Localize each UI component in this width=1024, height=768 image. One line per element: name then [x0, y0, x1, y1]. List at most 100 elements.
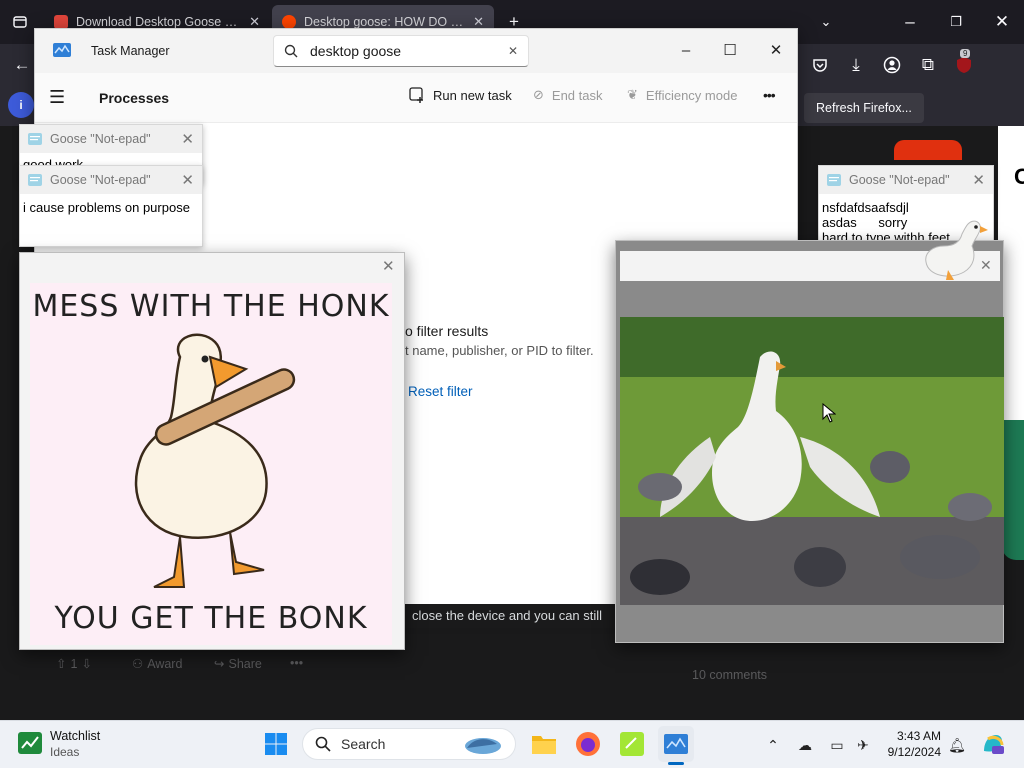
tab-favicon-icon — [54, 15, 68, 29]
reddit-body-fragment: close the device and you can still — [412, 608, 603, 623]
start-button[interactable] — [258, 726, 294, 762]
sticky-note-icon — [620, 732, 644, 756]
end-task-icon: ⊘ — [533, 87, 544, 102]
upvote-button[interactable]: ⇧ 1 ⇩ — [56, 656, 92, 672]
refresh-firefox-button[interactable]: Refresh Firefox... — [804, 93, 924, 123]
close-browser-icon[interactable]: ✕ — [988, 8, 1016, 36]
search-icon — [284, 44, 298, 58]
goose-notepad-window: Goose "Not-epad" ✕ i cause problems on p… — [19, 165, 203, 247]
clock-time[interactable]: 3:43 AM — [895, 729, 941, 743]
show-hidden-icons-icon[interactable]: ⌃ — [762, 734, 784, 756]
task-manager-title: Task Manager — [91, 44, 170, 58]
downloads-icon[interactable]: ⤓ — [842, 51, 870, 79]
back-arrow-icon[interactable]: ← — [8, 51, 36, 79]
task-manager-app[interactable] — [658, 726, 694, 762]
active-app-indicator — [668, 762, 684, 765]
efficiency-mode-button[interactable]: ❦ Efficiency mode — [627, 87, 737, 103]
goose-video-frame — [620, 317, 1004, 605]
goose-notepad-titlebar: Goose "Not-epad" ✕ — [819, 166, 993, 194]
sticky-notes-app[interactable] — [614, 726, 650, 762]
share-icon: ↪ — [214, 657, 225, 671]
leaf-icon: ❦ — [627, 87, 638, 102]
task-manager-app-icon — [53, 43, 71, 57]
file-explorer-app[interactable] — [526, 726, 562, 762]
post-more-button[interactable]: ••• — [290, 656, 303, 670]
minimize-browser-icon[interactable]: – — [896, 8, 924, 36]
hamburger-menu-icon[interactable]: ☰ — [49, 87, 65, 108]
copilot-icon[interactable] — [980, 731, 1006, 757]
firefox-icon — [576, 732, 600, 756]
reset-filter-link[interactable]: Reset filter — [408, 384, 473, 399]
extensions-icon[interactable]: ⧉ — [914, 51, 942, 79]
account-icon[interactable] — [878, 51, 906, 79]
minimize-icon[interactable]: – — [673, 37, 699, 63]
goose-notepad-titlebar: Goose "Not-epad" ✕ — [20, 125, 202, 153]
pocket-icon[interactable] — [806, 51, 834, 79]
webpage-logo-glyph: C — [1014, 164, 1024, 189]
end-task-label: End task — [551, 87, 603, 103]
share-button[interactable]: ↪ Share — [214, 656, 262, 672]
notepad-icon — [28, 133, 42, 145]
network-icon[interactable]: ✈ — [852, 734, 874, 756]
post-more-label: ••• — [290, 656, 304, 670]
award-icon: ⚇ — [132, 657, 144, 671]
widget-subtitle: Ideas — [50, 745, 80, 759]
downvote-icon[interactable]: ⇩ — [81, 656, 91, 671]
mouse-cursor-icon — [822, 403, 836, 423]
maximize-icon[interactable]: ☐ — [717, 37, 743, 63]
site-info-icon[interactable]: i — [8, 92, 34, 118]
upvote-icon: ⇧ — [56, 657, 67, 671]
firefox-app[interactable] — [570, 726, 606, 762]
close-icon[interactable]: ✕ — [763, 37, 789, 63]
end-task-button[interactable]: ⊘ End task — [533, 87, 603, 103]
notepad-text[interactable]: i cause problems on purpose — [23, 200, 190, 215]
reddit-red-pill — [894, 140, 962, 160]
award-button[interactable]: ⚇ Award — [132, 656, 182, 672]
comments-count[interactable]: 10 comments — [692, 668, 767, 682]
goose-and-pigeons-icon — [630, 351, 992, 595]
goose-meme-window: ✕ MESS WITH THE HONK YOU GET THE BONK — [19, 252, 405, 650]
more-options-button[interactable]: ••• — [763, 87, 776, 103]
share-label: Share — [228, 656, 262, 671]
clear-search-icon[interactable]: ✕ — [508, 44, 518, 58]
restore-browser-icon[interactable]: ❐ — [942, 8, 970, 36]
close-icon[interactable]: ✕ — [181, 171, 194, 189]
tab-title: Desktop goose: HOW DO I DEL — [304, 15, 466, 29]
green-side-banner — [1002, 420, 1024, 560]
search-placeholder: Search — [341, 736, 386, 752]
notification-bell-icon[interactable]: 🔔︎ — [946, 734, 968, 756]
goose-notepad-titlebar: Goose "Not-epad" ✕ — [20, 166, 202, 194]
clock-date[interactable]: 9/12/2024 — [885, 745, 941, 759]
tab-list-icon[interactable] — [6, 8, 34, 36]
task-manager-search[interactable]: desktop goose ✕ — [273, 35, 529, 67]
taskbar-search[interactable]: Search — [302, 728, 516, 760]
close-icon[interactable]: ✕ — [382, 257, 395, 275]
task-manager-icon — [664, 734, 688, 754]
efficiency-mode-label: Efficiency mode — [645, 87, 738, 103]
notepad-title: Goose "Not-epad" — [50, 132, 151, 146]
goose-video-window: ✕ — [615, 240, 1004, 643]
meme-top-text: MESS WITH THE HONK — [32, 289, 390, 324]
widget-title[interactable]: Watchlist — [50, 729, 100, 743]
run-task-icon — [409, 87, 425, 103]
notepad-title: Goose "Not-epad" — [849, 173, 950, 187]
empty-state-title: o filter results — [405, 323, 489, 339]
search-highlight-icon — [459, 732, 503, 756]
search-value: desktop goose — [310, 43, 402, 59]
display-icon[interactable]: ▭ — [826, 734, 848, 756]
notepad-title: Goose "Not-epad" — [50, 173, 151, 187]
notepad-icon — [28, 174, 42, 186]
reddit-favicon-icon — [282, 15, 296, 29]
page-title: Processes — [99, 90, 170, 106]
run-new-task-button[interactable]: Run new task — [409, 87, 512, 103]
close-icon[interactable]: ✕ — [181, 130, 194, 148]
task-manager-titlebar: Task Manager desktop goose ✕ – ☐ ✕ — [35, 29, 797, 73]
tab-title: Download Desktop Goose by sa — [76, 15, 242, 29]
close-icon[interactable]: ✕ — [972, 171, 985, 189]
notepad-icon — [827, 174, 841, 186]
cloud-offline-icon[interactable]: ☁ — [794, 734, 816, 756]
extension-badge: 9 — [960, 49, 971, 58]
stock-chart-icon — [18, 732, 42, 754]
empty-state-hint: t name, publisher, or PID to filter. — [405, 343, 594, 358]
list-all-tabs-icon[interactable]: ⌄ — [812, 8, 840, 36]
